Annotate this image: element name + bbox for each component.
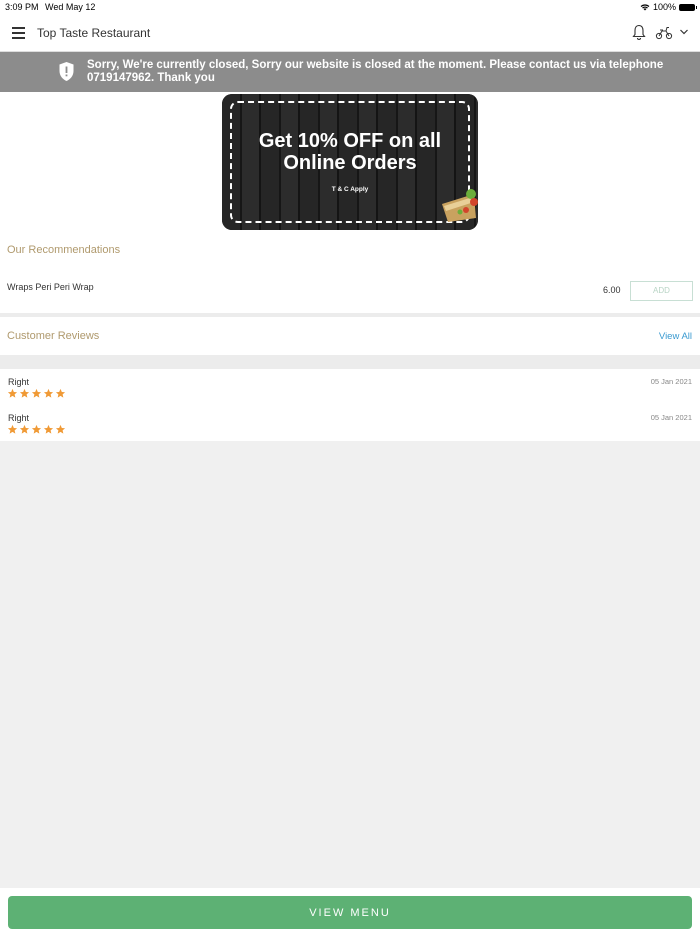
view-all-reviews-link[interactable]: View All <box>659 331 692 342</box>
reviews-header: Customer Reviews View All <box>0 317 700 355</box>
star-icon <box>31 388 42 398</box>
reviewer-name: Right <box>8 413 30 423</box>
food-basket-image <box>442 189 478 222</box>
recommendations-title: Our Recommendations <box>7 244 121 256</box>
star-icon <box>43 424 54 434</box>
scooter-icon[interactable] <box>655 25 673 40</box>
recommendation-item-price: 6.00 <box>603 285 621 295</box>
restaurant-name: Top Taste Restaurant <box>37 26 151 40</box>
star-icon <box>7 388 18 398</box>
wifi-icon <box>640 4 650 11</box>
status-bar: 3:09 PM Wed May 12 100% <box>0 0 700 14</box>
bell-icon[interactable] <box>632 24 646 41</box>
review-item: Right 05 Jan 2021 <box>0 405 700 437</box>
reviews-title: Customer Reviews <box>7 330 100 342</box>
battery-percent: 100% <box>652 2 676 12</box>
section-gap <box>0 355 700 369</box>
star-icon <box>43 388 54 398</box>
recommendation-item-name[interactable]: Wraps Peri Peri Wrap <box>7 282 94 292</box>
shield-alert-icon <box>59 62 74 81</box>
star-icon <box>55 388 66 398</box>
review-rating <box>7 388 66 399</box>
promo-banner[interactable]: Get 10% OFF on all Online Orders T & C A… <box>222 94 478 230</box>
view-menu-button[interactable]: VIEW MENU <box>8 896 692 929</box>
status-date: Wed May 12 <box>45 2 96 12</box>
star-icon <box>19 424 30 434</box>
review-date: 05 Jan 2021 <box>650 413 692 422</box>
top-nav: Top Taste Restaurant <box>0 14 700 52</box>
review-item: Right 05 Jan 2021 <box>0 369 700 401</box>
status-right: 100% <box>640 2 697 12</box>
star-icon <box>19 388 30 398</box>
bottom-bar: VIEW MENU <box>0 888 700 934</box>
star-icon <box>7 424 18 434</box>
closed-notice-text: Sorry, We're currently closed, Sorry our… <box>87 59 664 84</box>
reviewer-name: Right <box>8 377 30 387</box>
promo-title: Get 10% OFF on all Online Orders <box>222 130 478 174</box>
add-to-cart-button[interactable]: ADD <box>630 281 693 301</box>
review-date: 05 Jan 2021 <box>650 377 692 386</box>
star-icon <box>31 424 42 434</box>
closed-notice-banner: Sorry, We're currently closed, Sorry our… <box>0 52 700 92</box>
reviews-list: Right 05 Jan 2021 Right 05 Jan 2021 <box>0 369 700 441</box>
menu-icon[interactable] <box>12 27 25 39</box>
chevron-down-icon[interactable] <box>679 27 689 37</box>
promo-title-line2: Online Orders <box>283 152 417 174</box>
battery-icon <box>679 3 697 11</box>
promo-title-line1: Get 10% OFF on all <box>258 130 442 152</box>
star-icon <box>55 424 66 434</box>
review-rating <box>7 424 66 435</box>
status-time: 3:09 PM <box>5 2 39 12</box>
